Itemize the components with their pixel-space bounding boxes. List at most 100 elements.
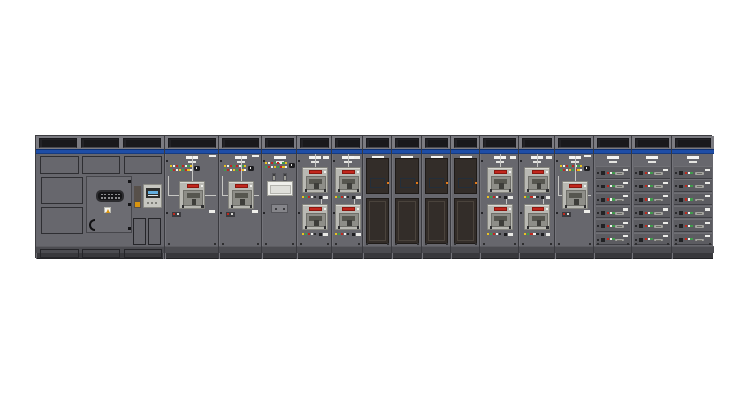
control-pill[interactable] (289, 163, 295, 169)
drawer-handle[interactable] (654, 185, 664, 188)
drawer-row[interactable] (674, 233, 712, 246)
mount-dot (709, 243, 711, 245)
breaker-unit[interactable] (524, 204, 550, 230)
breaker-unit[interactable] (302, 204, 328, 230)
drawer-handle[interactable] (654, 239, 664, 242)
drawer-row[interactable] (596, 179, 630, 192)
hmi-door[interactable] (366, 198, 389, 244)
drawer-row[interactable] (674, 179, 712, 192)
hmi-door[interactable] (395, 198, 419, 244)
control-pill[interactable] (248, 166, 254, 172)
hmi-screen[interactable] (370, 178, 385, 188)
drawer-handle[interactable] (695, 199, 705, 202)
hmi-door[interactable] (454, 198, 477, 244)
drawer-row[interactable] (596, 233, 630, 246)
hmi-screen[interactable] (400, 178, 415, 188)
section-acb-double-6[interactable] (331, 136, 362, 259)
label-tag (663, 222, 669, 224)
control-pill[interactable] (584, 166, 590, 172)
breaker-unit[interactable] (487, 204, 513, 230)
drawer-row[interactable] (674, 219, 712, 232)
section-feeder-16[interactable] (671, 136, 713, 259)
drawer-row[interactable] (634, 233, 670, 246)
indicator-lamp (572, 165, 574, 167)
drawer-handle[interactable] (615, 225, 625, 228)
door-inner-outline (428, 201, 445, 241)
hmi-door[interactable] (425, 198, 448, 244)
section-acb-single-3[interactable] (218, 136, 261, 259)
hmi-screen[interactable] (429, 178, 444, 188)
drawer-handle[interactable] (654, 199, 664, 202)
control-pill[interactable] (194, 166, 200, 172)
base-plinth (165, 246, 219, 253)
section-transfer-4[interactable] (261, 136, 296, 259)
section-feeder-15[interactable] (631, 136, 671, 259)
breaker-unit[interactable] (179, 181, 205, 209)
section-acb-double-5[interactable] (296, 136, 331, 259)
indicator-lamp (268, 166, 270, 168)
drawer-row[interactable] (596, 219, 630, 232)
drawer-handle[interactable] (695, 239, 705, 242)
label-tag (623, 169, 629, 171)
drawer-handle[interactable] (654, 225, 664, 228)
drawer-handle[interactable] (695, 172, 705, 175)
roof-cap-inner (369, 140, 388, 147)
section-acb-single-2[interactable] (164, 136, 218, 259)
section-hmi-10[interactable] (450, 136, 479, 259)
drawer-handle[interactable] (615, 172, 625, 175)
vent-panel (148, 218, 161, 245)
drawer-handle[interactable] (615, 239, 625, 242)
door-handle[interactable] (89, 219, 95, 231)
drawer-handle[interactable] (654, 172, 664, 175)
transfer-switch-unit[interactable] (267, 181, 293, 196)
rail-screw (166, 160, 168, 162)
section-acb-double-11[interactable] (479, 136, 518, 259)
drawer-row[interactable] (674, 206, 712, 219)
breaker-unit[interactable] (562, 181, 588, 209)
drawer-handle[interactable] (615, 199, 625, 202)
drawer-row[interactable] (674, 166, 712, 179)
section-hmi-7[interactable] (362, 136, 391, 259)
roof-cap (265, 138, 294, 148)
drawer-handle[interactable] (695, 212, 705, 215)
drawer-row[interactable] (596, 193, 630, 206)
hmi-screen[interactable] (458, 178, 473, 188)
connector-pin (108, 197, 110, 199)
drawer-handle[interactable] (695, 225, 705, 228)
breaker-unit[interactable] (335, 167, 361, 193)
drawer-handle[interactable] (695, 185, 705, 188)
drawer-row[interactable] (596, 206, 630, 219)
breaker-lever (499, 183, 503, 189)
section-hmi-8[interactable] (391, 136, 421, 259)
drawer-row[interactable] (634, 219, 670, 232)
screen-power-led (416, 182, 418, 184)
section-acb-single-13[interactable] (554, 136, 593, 259)
breaker-unit[interactable] (487, 167, 513, 193)
label-tag (705, 169, 711, 171)
breaker-unit[interactable] (228, 181, 254, 209)
breaker-unit[interactable] (335, 204, 361, 230)
breaker-unit[interactable] (302, 167, 328, 193)
drawer-row[interactable] (634, 166, 670, 179)
section-hmi-9[interactable] (421, 136, 450, 259)
section-feeder-14[interactable] (593, 136, 631, 259)
drawer-lamp (685, 238, 687, 240)
rail-screw (556, 160, 558, 162)
indicator-lamp (305, 196, 307, 198)
drawer-row[interactable] (674, 193, 712, 206)
section-incomer-1[interactable] (36, 136, 164, 259)
section-acb-double-12[interactable] (518, 136, 554, 259)
drawer-handle[interactable] (654, 212, 664, 215)
drawer-handle[interactable] (615, 185, 625, 188)
drawer-row[interactable] (634, 193, 670, 206)
pill-led (250, 167, 252, 169)
breaker-unit[interactable] (524, 167, 550, 193)
drawer-row[interactable] (634, 179, 670, 192)
drawer-lamp (650, 185, 652, 187)
breaker-lever (347, 183, 351, 189)
drawer-handle[interactable] (615, 212, 625, 215)
drawer-row[interactable] (596, 166, 630, 179)
incomer-door[interactable] (86, 176, 132, 233)
drawer-row[interactable] (634, 206, 670, 219)
meter-unit[interactable] (143, 184, 162, 208)
